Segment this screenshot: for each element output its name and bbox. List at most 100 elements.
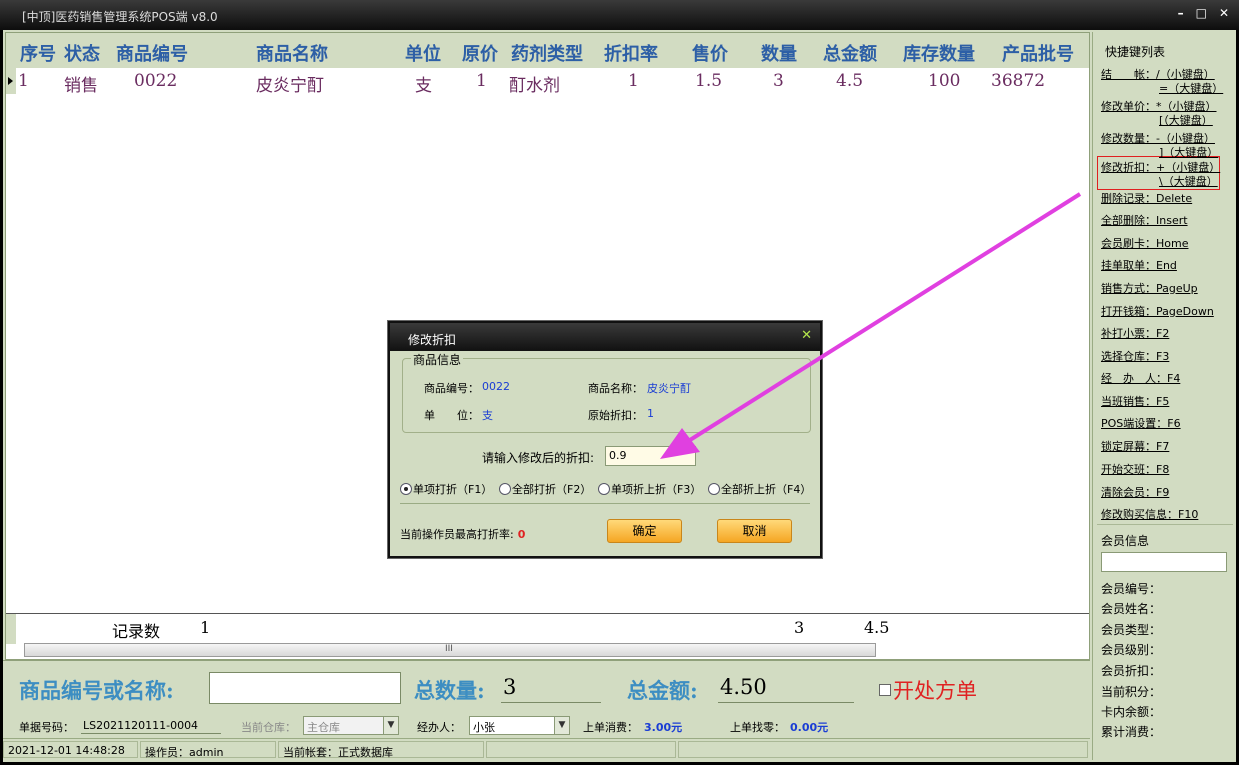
product-search-input[interactable] xyxy=(209,672,401,704)
dialog-titlebar[interactable]: 修改折扣 ✕ xyxy=(390,323,820,351)
shortcut-list-title: 快捷键列表 xyxy=(1105,45,1166,59)
total-qty-value: 3 xyxy=(503,675,517,699)
total-amount-value: 4.50 xyxy=(720,675,767,699)
col-header[interactable]: 库存数量 xyxy=(903,40,975,66)
radio-label: 单项折上折（F3） xyxy=(611,483,702,496)
shortcut-edit-purchase[interactable]: 修改购买信息：F10 xyxy=(1101,506,1198,522)
member-field: 会员编号： xyxy=(1101,582,1162,596)
orig-discount-label: 原始折扣： xyxy=(588,409,643,422)
status-datetime: 2021-12-01 14:48:28 xyxy=(3,741,138,758)
member-field: 累计消费： xyxy=(1101,725,1162,739)
footer-label: 记录数 xyxy=(112,622,161,641)
cell-type: 酊水剂 xyxy=(509,76,560,96)
shortcut-checkout-alt[interactable]: =（大键盘） xyxy=(1159,80,1223,96)
cell-status: 销售 xyxy=(64,76,98,96)
cell-total: 4.5 xyxy=(836,71,864,91)
footer-qty: 3 xyxy=(794,618,805,637)
last-change-label: 上单找零： xyxy=(730,721,785,734)
col-header[interactable]: 序号 xyxy=(20,40,56,66)
row-indicator-icon xyxy=(6,68,16,94)
shortcut-sale-mode[interactable]: 销售方式：PageUp xyxy=(1101,280,1198,296)
search-label: 商品编号或名称: xyxy=(19,678,174,703)
dialog-title: 修改折扣 xyxy=(408,333,457,347)
radio-all-compound[interactable]: 全部折上折（F4） xyxy=(708,481,811,497)
member-field: 会员级别： xyxy=(1101,643,1162,657)
shortcut-pos-settings[interactable]: POS端设置：F6 xyxy=(1101,415,1181,431)
member-field: 卡内余额： xyxy=(1101,705,1162,719)
footer-count: 1 xyxy=(200,618,211,637)
shortcut-delete[interactable]: 删除记录：Delete xyxy=(1101,190,1192,206)
window-title: [中顶]医药销售管理系统POS端 v8.0 xyxy=(22,10,218,24)
col-header[interactable]: 商品名称 xyxy=(256,40,328,66)
edit-discount-dialog: 修改折扣 ✕ 商品信息 商品编号： 0022 商品名称： 皮炎宁酊 单 位： 支… xyxy=(388,321,822,558)
discount-input[interactable]: 0.9 xyxy=(605,446,696,466)
chevron-down-icon[interactable]: ▼ xyxy=(383,717,398,734)
shortcut-lock-screen[interactable]: 锁定屏幕：F7 xyxy=(1101,438,1169,454)
shortcut-reprint[interactable]: 补打小票：F2 xyxy=(1101,325,1169,341)
cell-code: 0022 xyxy=(134,71,178,91)
discount-prompt: 请输入修改后的折扣: xyxy=(482,451,595,465)
col-header[interactable]: 单位 xyxy=(405,40,441,66)
totals-bar: 商品编号或名称: 总数量: 3 总金额: 4.50 开处方单 xyxy=(3,660,1090,712)
last-spend-label: 上单消费： xyxy=(583,721,638,734)
col-header[interactable]: 产品批号 xyxy=(1002,40,1074,66)
warehouse-select[interactable]: 主仓库 ▼ xyxy=(303,716,399,735)
total-amount-label: 总金额: xyxy=(627,678,698,703)
bill-number: LS2021120111-0004 xyxy=(81,716,221,734)
status-empty xyxy=(678,741,1088,758)
operator-label: 操作员： xyxy=(145,746,189,759)
last-change-value: 0.00元 xyxy=(790,721,829,734)
shortcut-edit-price-alt[interactable]: [（大键盘） xyxy=(1159,112,1213,128)
cell-index: 1 xyxy=(18,71,29,91)
shortcut-edit-qty-alt[interactable]: ]（大键盘） xyxy=(1159,144,1218,160)
shortcut-hold-order[interactable]: 挂单取单：End xyxy=(1101,257,1177,273)
prescription-label: 开处方单 xyxy=(893,679,977,703)
account-label: 当前帐套： xyxy=(283,746,338,759)
cancel-button[interactable]: 取消 xyxy=(717,519,792,543)
shortcut-delete-all[interactable]: 全部删除：Insert xyxy=(1101,212,1188,228)
col-header[interactable]: 折扣率 xyxy=(604,40,658,66)
radio-single-compound[interactable]: 单项折上折（F3） xyxy=(598,481,701,497)
prescription-checkbox[interactable]: 开处方单 xyxy=(879,675,977,705)
col-header[interactable]: 售价 xyxy=(692,40,728,66)
maximize-icon[interactable]: □ xyxy=(1196,6,1207,20)
member-field: 会员折扣： xyxy=(1101,664,1162,678)
col-header[interactable]: 商品编号 xyxy=(116,40,188,66)
radio-single-discount[interactable]: 单项打折（F1） xyxy=(400,481,492,497)
close-icon[interactable]: ✕ xyxy=(1219,6,1229,20)
last-spend-value: 3.00元 xyxy=(644,721,683,734)
status-operator: 操作员：admin xyxy=(140,741,276,759)
ok-button[interactable]: 确定 xyxy=(607,519,682,543)
col-header[interactable]: 总金额 xyxy=(823,40,877,66)
radio-label: 全部打折（F2） xyxy=(512,483,592,496)
shortcut-member-card[interactable]: 会员刷卡：Home xyxy=(1101,235,1188,251)
col-header[interactable]: 药剂类型 xyxy=(511,40,583,66)
info-bar: 单据号码： LS2021120111-0004 当前仓库： 主仓库 ▼ 经办人：… xyxy=(3,712,1090,738)
handler-select[interactable]: 小张 ▼ xyxy=(469,716,570,735)
col-header[interactable]: 原价 xyxy=(462,40,498,66)
close-icon[interactable]: ✕ xyxy=(801,328,812,343)
shortcut-shift-sales[interactable]: 当班销售：F5 xyxy=(1101,393,1169,409)
code-value: 0022 xyxy=(482,380,510,393)
col-header[interactable]: 数量 xyxy=(761,40,797,66)
radio-all-discount[interactable]: 全部打折（F2） xyxy=(499,481,591,497)
shortcut-warehouse[interactable]: 选择仓库：F3 xyxy=(1101,348,1169,364)
member-info-title: 会员信息 xyxy=(1101,534,1150,548)
max-discount-info: 当前操作员最高打折率: 0 xyxy=(400,526,525,542)
max-discount-label: 当前操作员最高打折率: xyxy=(400,528,514,541)
shortcut-cash-drawer[interactable]: 打开钱箱：PageDown xyxy=(1101,303,1214,319)
member-field: 会员姓名： xyxy=(1101,602,1162,616)
chevron-down-icon[interactable]: ▼ xyxy=(554,717,569,734)
member-field: 当前积分： xyxy=(1101,685,1162,699)
scroll-grip-icon: III xyxy=(445,644,453,654)
cell-orig-price: 1 xyxy=(476,71,487,91)
minimize-icon[interactable]: – xyxy=(1178,6,1184,20)
shortcut-handler[interactable]: 经 办 人：F4 xyxy=(1101,370,1180,386)
grid-footer: 记录数 1 3 4.5 xyxy=(6,613,1089,644)
horizontal-scrollbar[interactable]: III xyxy=(24,643,876,657)
shortcut-clear-member[interactable]: 清除会员：F9 xyxy=(1101,484,1169,500)
member-card-input[interactable] xyxy=(1101,552,1227,572)
col-header[interactable]: 状态 xyxy=(64,40,100,66)
shortcut-edit-discount-alt[interactable]: \（大键盘） xyxy=(1159,173,1218,189)
shortcut-shift-handover[interactable]: 开始交班：F8 xyxy=(1101,461,1169,477)
